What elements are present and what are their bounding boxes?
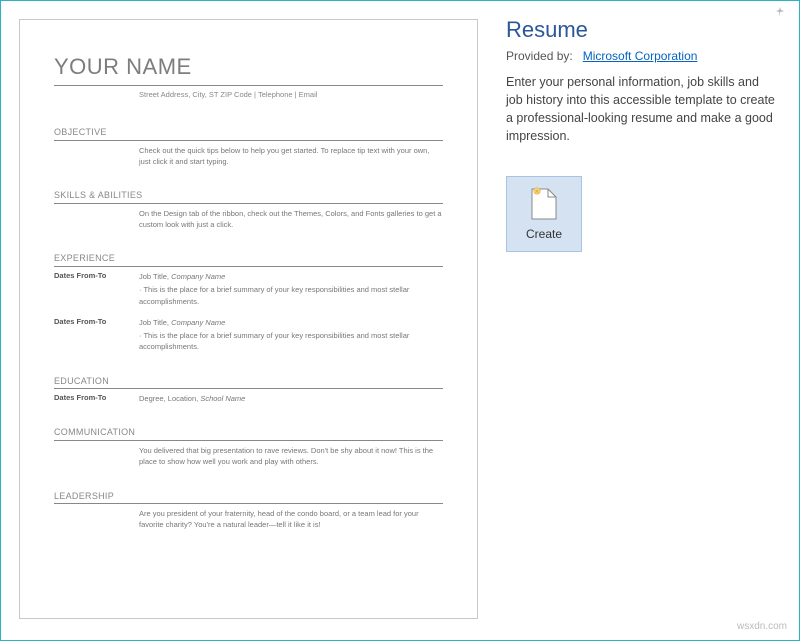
- body-objective: Check out the quick tips below to help y…: [54, 145, 443, 168]
- heading-leadership: LEADERSHIP: [54, 490, 443, 505]
- experience-entry: Dates From-To Job Title, Company Name · …: [54, 271, 443, 307]
- document-preview[interactable]: YOUR NAME Street Address, City, ST ZIP C…: [19, 19, 478, 619]
- exp-bullet: · This is the place for a brief summary …: [139, 330, 443, 353]
- preview-pane: YOUR NAME Street Address, City, ST ZIP C…: [1, 1, 496, 640]
- section-experience: EXPERIENCE Dates From-To Job Title, Comp…: [54, 252, 443, 352]
- template-title: Resume: [506, 17, 779, 43]
- section-communication: COMMUNICATION You delivered that big pre…: [54, 426, 443, 467]
- exp-content: Job Title, Company Name · This is the pl…: [139, 317, 443, 353]
- edu-content: Degree, Location, School Name: [139, 393, 443, 404]
- provider-link[interactable]: Microsoft Corporation: [583, 49, 698, 63]
- details-pane: Resume Provided by: Microsoft Corporatio…: [496, 1, 799, 640]
- template-preview-dialog: YOUR NAME Street Address, City, ST ZIP C…: [1, 1, 799, 640]
- new-document-icon: [530, 187, 558, 221]
- edu-dates: Dates From-To: [54, 393, 139, 404]
- heading-experience: EXPERIENCE: [54, 252, 443, 267]
- section-leadership: LEADERSHIP Are you president of your fra…: [54, 490, 443, 531]
- pin-icon[interactable]: [775, 7, 785, 17]
- heading-skills: SKILLS & ABILITIES: [54, 189, 443, 204]
- exp-dates: Dates From-To: [54, 317, 139, 353]
- template-description: Enter your personal information, job ski…: [506, 73, 779, 146]
- edu-degree: Degree,: [139, 394, 166, 403]
- exp-title-line: Job Title, Company Name: [139, 271, 443, 282]
- create-button-label: Create: [526, 227, 562, 241]
- section-education: EDUCATION Dates From-To Degree, Location…: [54, 375, 443, 405]
- body-communication: You delivered that big presentation to r…: [54, 445, 443, 468]
- heading-communication: COMMUNICATION: [54, 426, 443, 441]
- exp-company: Company Name: [171, 318, 225, 327]
- body-leadership: Are you president of your fraternity, he…: [54, 508, 443, 531]
- edu-school: School Name: [200, 394, 245, 403]
- provided-label: Provided by:: [506, 49, 573, 63]
- exp-title-line: Job Title, Company Name: [139, 317, 443, 328]
- exp-bullet: · This is the place for a brief summary …: [139, 284, 443, 307]
- create-button[interactable]: Create: [506, 176, 582, 252]
- heading-objective: OBJECTIVE: [54, 126, 443, 141]
- resume-name-placeholder: YOUR NAME: [54, 52, 443, 86]
- exp-title: Job Title,: [139, 272, 169, 281]
- provided-by-row: Provided by: Microsoft Corporation: [506, 49, 779, 63]
- experience-entry: Dates From-To Job Title, Company Name · …: [54, 317, 443, 353]
- heading-education: EDUCATION: [54, 375, 443, 390]
- exp-company: Company Name: [171, 272, 225, 281]
- section-skills: SKILLS & ABILITIES On the Design tab of …: [54, 189, 443, 230]
- edu-location: Location,: [168, 394, 198, 403]
- exp-dates: Dates From-To: [54, 271, 139, 307]
- exp-content: Job Title, Company Name · This is the pl…: [139, 271, 443, 307]
- watermark: wsxdn.com: [737, 621, 787, 632]
- exp-title: Job Title,: [139, 318, 169, 327]
- education-entry: Dates From-To Degree, Location, School N…: [54, 393, 443, 404]
- resume-contact-line: Street Address, City, ST ZIP Code | Tele…: [54, 90, 443, 101]
- body-skills: On the Design tab of the ribbon, check o…: [54, 208, 443, 231]
- section-objective: OBJECTIVE Check out the quick tips below…: [54, 126, 443, 167]
